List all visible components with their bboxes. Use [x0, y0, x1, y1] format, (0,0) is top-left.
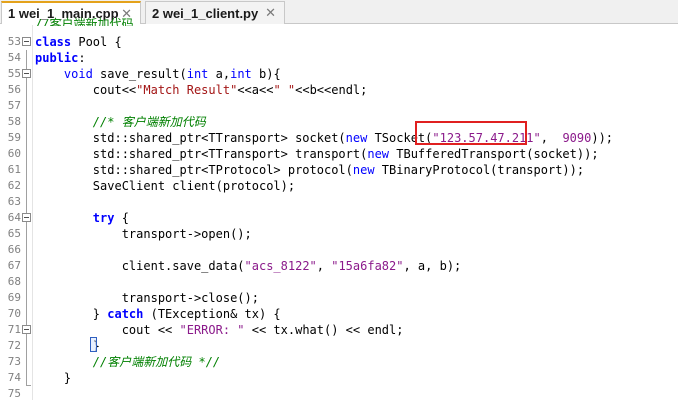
code-line: 53 class Pool { [0, 34, 678, 50]
line-number: 54 [7, 51, 21, 64]
line-number: 57 [7, 99, 21, 112]
partial-comment-line: //客户端新加代码 [35, 17, 134, 26]
line-number: 58 [7, 115, 21, 128]
line-text: public: [35, 51, 86, 65]
tab-label: 2 wei_1_client.py [152, 5, 259, 21]
line-number: 75 [7, 387, 21, 400]
code-line: 61 std::shared_ptr<TProtocol> protocol(n… [0, 162, 678, 178]
fold-toggle-icon[interactable] [22, 69, 31, 78]
tab-wei-1-client-py[interactable]: 2 wei_1_client.py ✕ [145, 1, 285, 24]
line-text: cout<<"Match Result"<<a<<" "<<b<<endl; [35, 83, 368, 97]
code-line: 59 std::shared_ptr<TTransport> socket(ne… [0, 130, 678, 146]
fold-toggle-icon[interactable] [22, 37, 31, 46]
fold-toggle-icon[interactable] [22, 213, 31, 222]
code-line: 69 transport->close(); [0, 290, 678, 306]
line-number: 71 [7, 323, 21, 336]
line-number: 67 [7, 259, 21, 272]
line-text: } [35, 371, 72, 385]
line-number: 55 [7, 67, 21, 80]
code-line: 68 [0, 274, 678, 290]
line-text: class Pool { [35, 35, 122, 49]
code-line: 56 cout<<"Match Result"<<a<<" "<<b<<endl… [0, 82, 678, 98]
line-text: SaveClient client(protocol); [35, 179, 296, 193]
code-line: 55 void save_result(int a,int b){ [0, 66, 678, 82]
code-line: 62 SaveClient client(protocol); [0, 178, 678, 194]
line-number: 62 [7, 179, 21, 192]
line-text: client.save_data("acs_8122", "15a6fa82",… [35, 259, 462, 273]
code-line: 58 //* 客户端新加代码 [0, 114, 678, 130]
line-number: 59 [7, 131, 21, 144]
code-line: 71 cout << "ERROR: " << tx.what() << end… [0, 322, 678, 338]
code-editor[interactable]: //客户端新加代码 53 class Pool { 54 public: 55 … [0, 17, 678, 400]
line-text: transport->open(); [35, 227, 252, 241]
line-text: //* 客户端新加代码 [35, 115, 206, 129]
code-line: 54 public: [0, 50, 678, 66]
line-number: 69 [7, 291, 21, 304]
line-number: 60 [7, 147, 21, 160]
line-number: 65 [7, 227, 21, 240]
brace-match-caret [90, 337, 97, 352]
line-number: 64 [7, 211, 21, 224]
code-line: 72 } [0, 338, 678, 354]
line-number: 70 [7, 307, 21, 320]
code-line: 66 [0, 242, 678, 258]
code-line: 65 transport->open(); [0, 226, 678, 242]
line-number: 74 [7, 371, 21, 384]
line-number: 56 [7, 83, 21, 96]
line-number: 63 [7, 195, 21, 208]
fold-toggle-icon[interactable] [22, 325, 31, 334]
code-line: 57 [0, 98, 678, 114]
code-line: 75 [0, 386, 678, 400]
line-number: 72 [7, 339, 21, 352]
line-number: 73 [7, 355, 21, 368]
line-text: std::shared_ptr<TTransport> transport(ne… [35, 147, 599, 161]
code-line: 67 client.save_data("acs_8122", "15a6fa8… [0, 258, 678, 274]
line-text: std::shared_ptr<TProtocol> protocol(new … [35, 163, 585, 177]
code-line: 73 //客户端新加代码 *// [0, 354, 678, 370]
code-line: 64 try { [0, 210, 678, 226]
line-text: transport->close(); [35, 291, 259, 305]
ip-address-highlight [415, 121, 527, 145]
line-number: 61 [7, 163, 21, 176]
line-number: 53 [7, 35, 21, 48]
code-line: 60 std::shared_ptr<TTransport> transport… [0, 146, 678, 162]
line-number: 66 [7, 243, 21, 256]
line-text: try { [92, 211, 129, 225]
line-text: void save_result(int a,int b){ [63, 67, 281, 81]
code-line: 74 } [0, 370, 678, 386]
line-text: //客户端新加代码 *// [35, 355, 221, 369]
code-line: 70 } catch (TException& tx) { [0, 306, 678, 322]
line-text: } catch (TException& tx) { [35, 307, 281, 321]
close-icon[interactable]: ✕ [265, 5, 276, 21]
line-number: 68 [7, 275, 21, 288]
code-line: 63 [0, 194, 678, 210]
line-text: cout << "ERROR: " << tx.what() << endl; [35, 323, 404, 337]
